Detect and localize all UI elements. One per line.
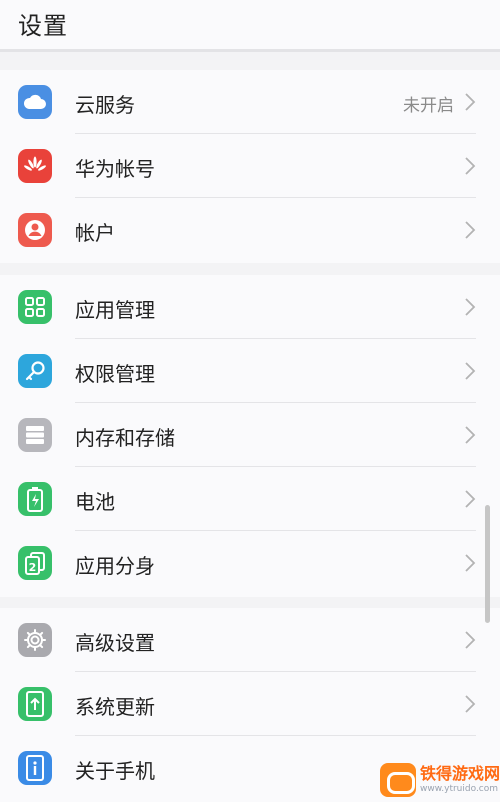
system-update-icon [18,687,52,721]
permission-management-label: 权限管理 [75,362,155,386]
settings-item-battery[interactable]: 电池 [0,467,500,531]
chevron-right-icon [465,631,476,649]
battery-label: 电池 [75,490,115,514]
app-twin-icon: 2 [18,546,52,580]
battery-icon [18,482,52,516]
settings-item-huawei-account[interactable]: 华为帐号 [0,134,500,198]
account-icon [18,213,52,247]
watermark-title: 铁得游戏网 [420,764,500,783]
settings-group-accounts: 云服务 未开启 华为帐号 帐户 [0,70,500,263]
advanced-settings-label: 高级设置 [75,631,155,655]
chevron-right-icon [465,554,476,572]
watermark-logo-icon [380,763,416,797]
chevron-right-icon [465,298,476,316]
chevron-right-icon [465,362,476,380]
settings-item-permission-management[interactable]: 权限管理 [0,339,500,403]
settings-item-advanced-settings[interactable]: 高级设置 [0,608,500,672]
chevron-right-icon [465,695,476,713]
chevron-right-icon [465,157,476,175]
storage-icon [18,418,52,452]
settings-item-app-twin[interactable]: 2 应用分身 [0,531,500,595]
memory-storage-label: 内存和存储 [75,426,175,450]
svg-text:2: 2 [29,561,37,574]
chevron-right-icon [465,221,476,239]
watermark-url: www.ytruido.com [420,784,499,794]
settings-item-cloud-service[interactable]: 云服务 未开启 [0,70,500,134]
scrollbar[interactable] [485,505,490,623]
info-icon [18,751,52,785]
chevron-right-icon [465,426,476,444]
cloud-service-status: 未开启 [403,96,454,116]
cloud-service-label: 云服务 [75,93,135,117]
app-twin-label: 应用分身 [75,554,155,578]
apps-grid-icon [18,290,52,324]
settings-item-memory-storage[interactable]: 内存和存储 [0,403,500,467]
huawei-account-label: 华为帐号 [75,157,155,181]
system-update-label: 系统更新 [75,695,155,719]
chevron-right-icon [465,93,476,111]
key-icon [18,354,52,388]
app-management-label: 应用管理 [75,298,155,322]
settings-item-account[interactable]: 帐户 [0,198,500,262]
account-label: 帐户 [75,221,115,245]
settings-item-app-management[interactable]: 应用管理 [0,275,500,339]
watermark: 铁得游戏网 www.ytruido.com [380,758,500,802]
cloud-icon [18,85,52,119]
settings-group-device: 应用管理 权限管理 内存和存储 电池 2 应用分身 [0,275,500,597]
about-phone-label: 关于手机 [75,759,155,783]
page-title: 设置 [18,12,68,40]
settings-item-system-update[interactable]: 系统更新 [0,672,500,736]
huawei-logo-icon [18,149,52,183]
gear-icon [18,623,52,657]
chevron-right-icon [465,490,476,508]
app-header: 设置 [0,0,500,52]
